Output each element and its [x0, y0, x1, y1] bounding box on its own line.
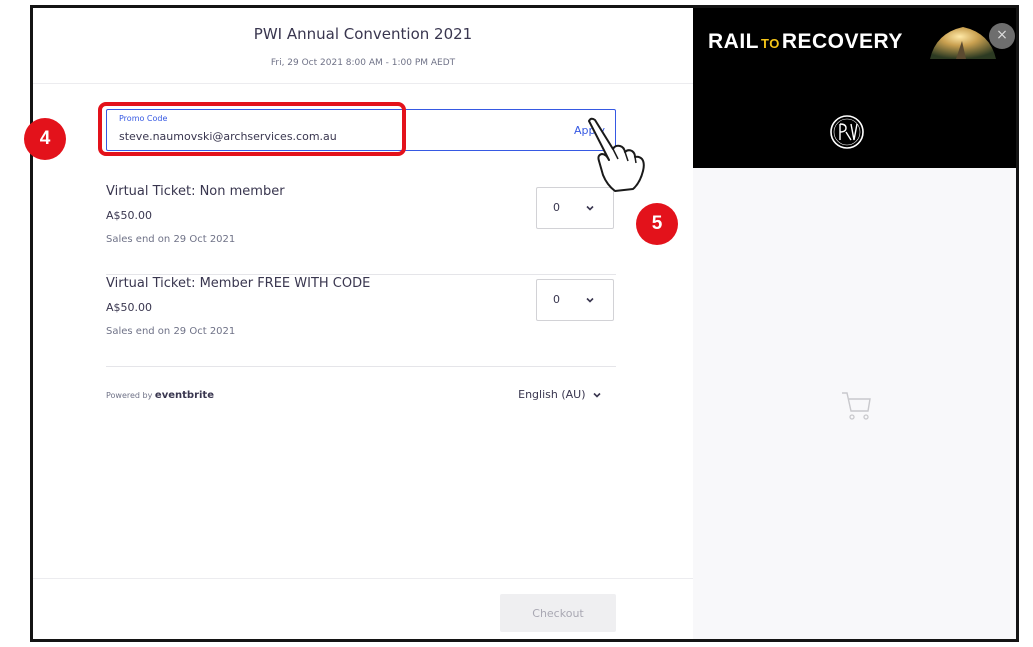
checkout-bar: Checkout [33, 578, 693, 639]
quantity-value: 0 [553, 201, 560, 214]
cart-icon [842, 392, 871, 420]
eventbrite-logo: eventbrite [154, 390, 214, 401]
event-banner: RAIL TORECOVERY × [693, 8, 1016, 168]
language-label: English (AU) [518, 388, 586, 401]
ticket-price: A$50.00 [106, 301, 153, 314]
event-header: PWI Annual Convention 2021 Fri, 29 Oct 2… [33, 8, 693, 84]
event-date: Fri, 29 Oct 2021 8:00 AM - 1:00 PM AEDT [270, 58, 456, 68]
ticket-panel: PWI Annual Convention 2021 Fri, 29 Oct 2… [33, 8, 693, 639]
order-summary-panel: RAIL TORECOVERY × [693, 8, 1016, 639]
ticket-row-non-member: Virtual Ticket: Non member A$50.00 Sales… [106, 184, 616, 275]
promo-code-label: Promo Code [119, 114, 168, 123]
language-selector[interactable]: English (AU) [518, 388, 602, 401]
pwi-logo [830, 115, 864, 149]
panel-footer: Powered by eventbrite English (AU) [106, 386, 616, 406]
ticket-row-member: Virtual Ticket: Member FREE WITH CODE A$… [106, 276, 616, 367]
ticket-name: Virtual Ticket: Non member [106, 184, 285, 199]
chevron-down-icon [593, 392, 601, 398]
checkout-button[interactable]: Checkout [500, 594, 616, 632]
chevron-down-icon [586, 205, 594, 211]
checkout-modal: PWI Annual Convention 2021 Fri, 29 Oct 2… [30, 5, 1019, 642]
quantity-value: 0 [553, 293, 560, 306]
step-5-badge: 5 [636, 203, 678, 245]
powered-by-label: Powered by [106, 391, 153, 400]
ticket-price: A$50.00 [106, 209, 153, 222]
promo-code-input[interactable] [119, 127, 539, 145]
event-title: PWI Annual Convention 2021 [253, 25, 473, 43]
pointing-hand-icon [588, 117, 645, 192]
promo-code-field[interactable]: Promo Code Apply [106, 109, 616, 151]
ticket-sales-end: Sales end on 29 Oct 2021 [106, 234, 236, 245]
ticket-sales-end: Sales end on 29 Oct 2021 [106, 326, 236, 337]
close-button[interactable]: × [989, 23, 1015, 49]
banner-title: RAIL TORECOVERY [708, 30, 903, 53]
powered-by: Powered by eventbrite [106, 390, 214, 401]
quantity-select-member[interactable]: 0 [536, 279, 614, 321]
train-photo-icon [930, 27, 996, 59]
step-4-badge: 4 [24, 118, 66, 160]
ticket-name: Virtual Ticket: Member FREE WITH CODE [106, 276, 371, 291]
chevron-down-icon [586, 297, 594, 303]
